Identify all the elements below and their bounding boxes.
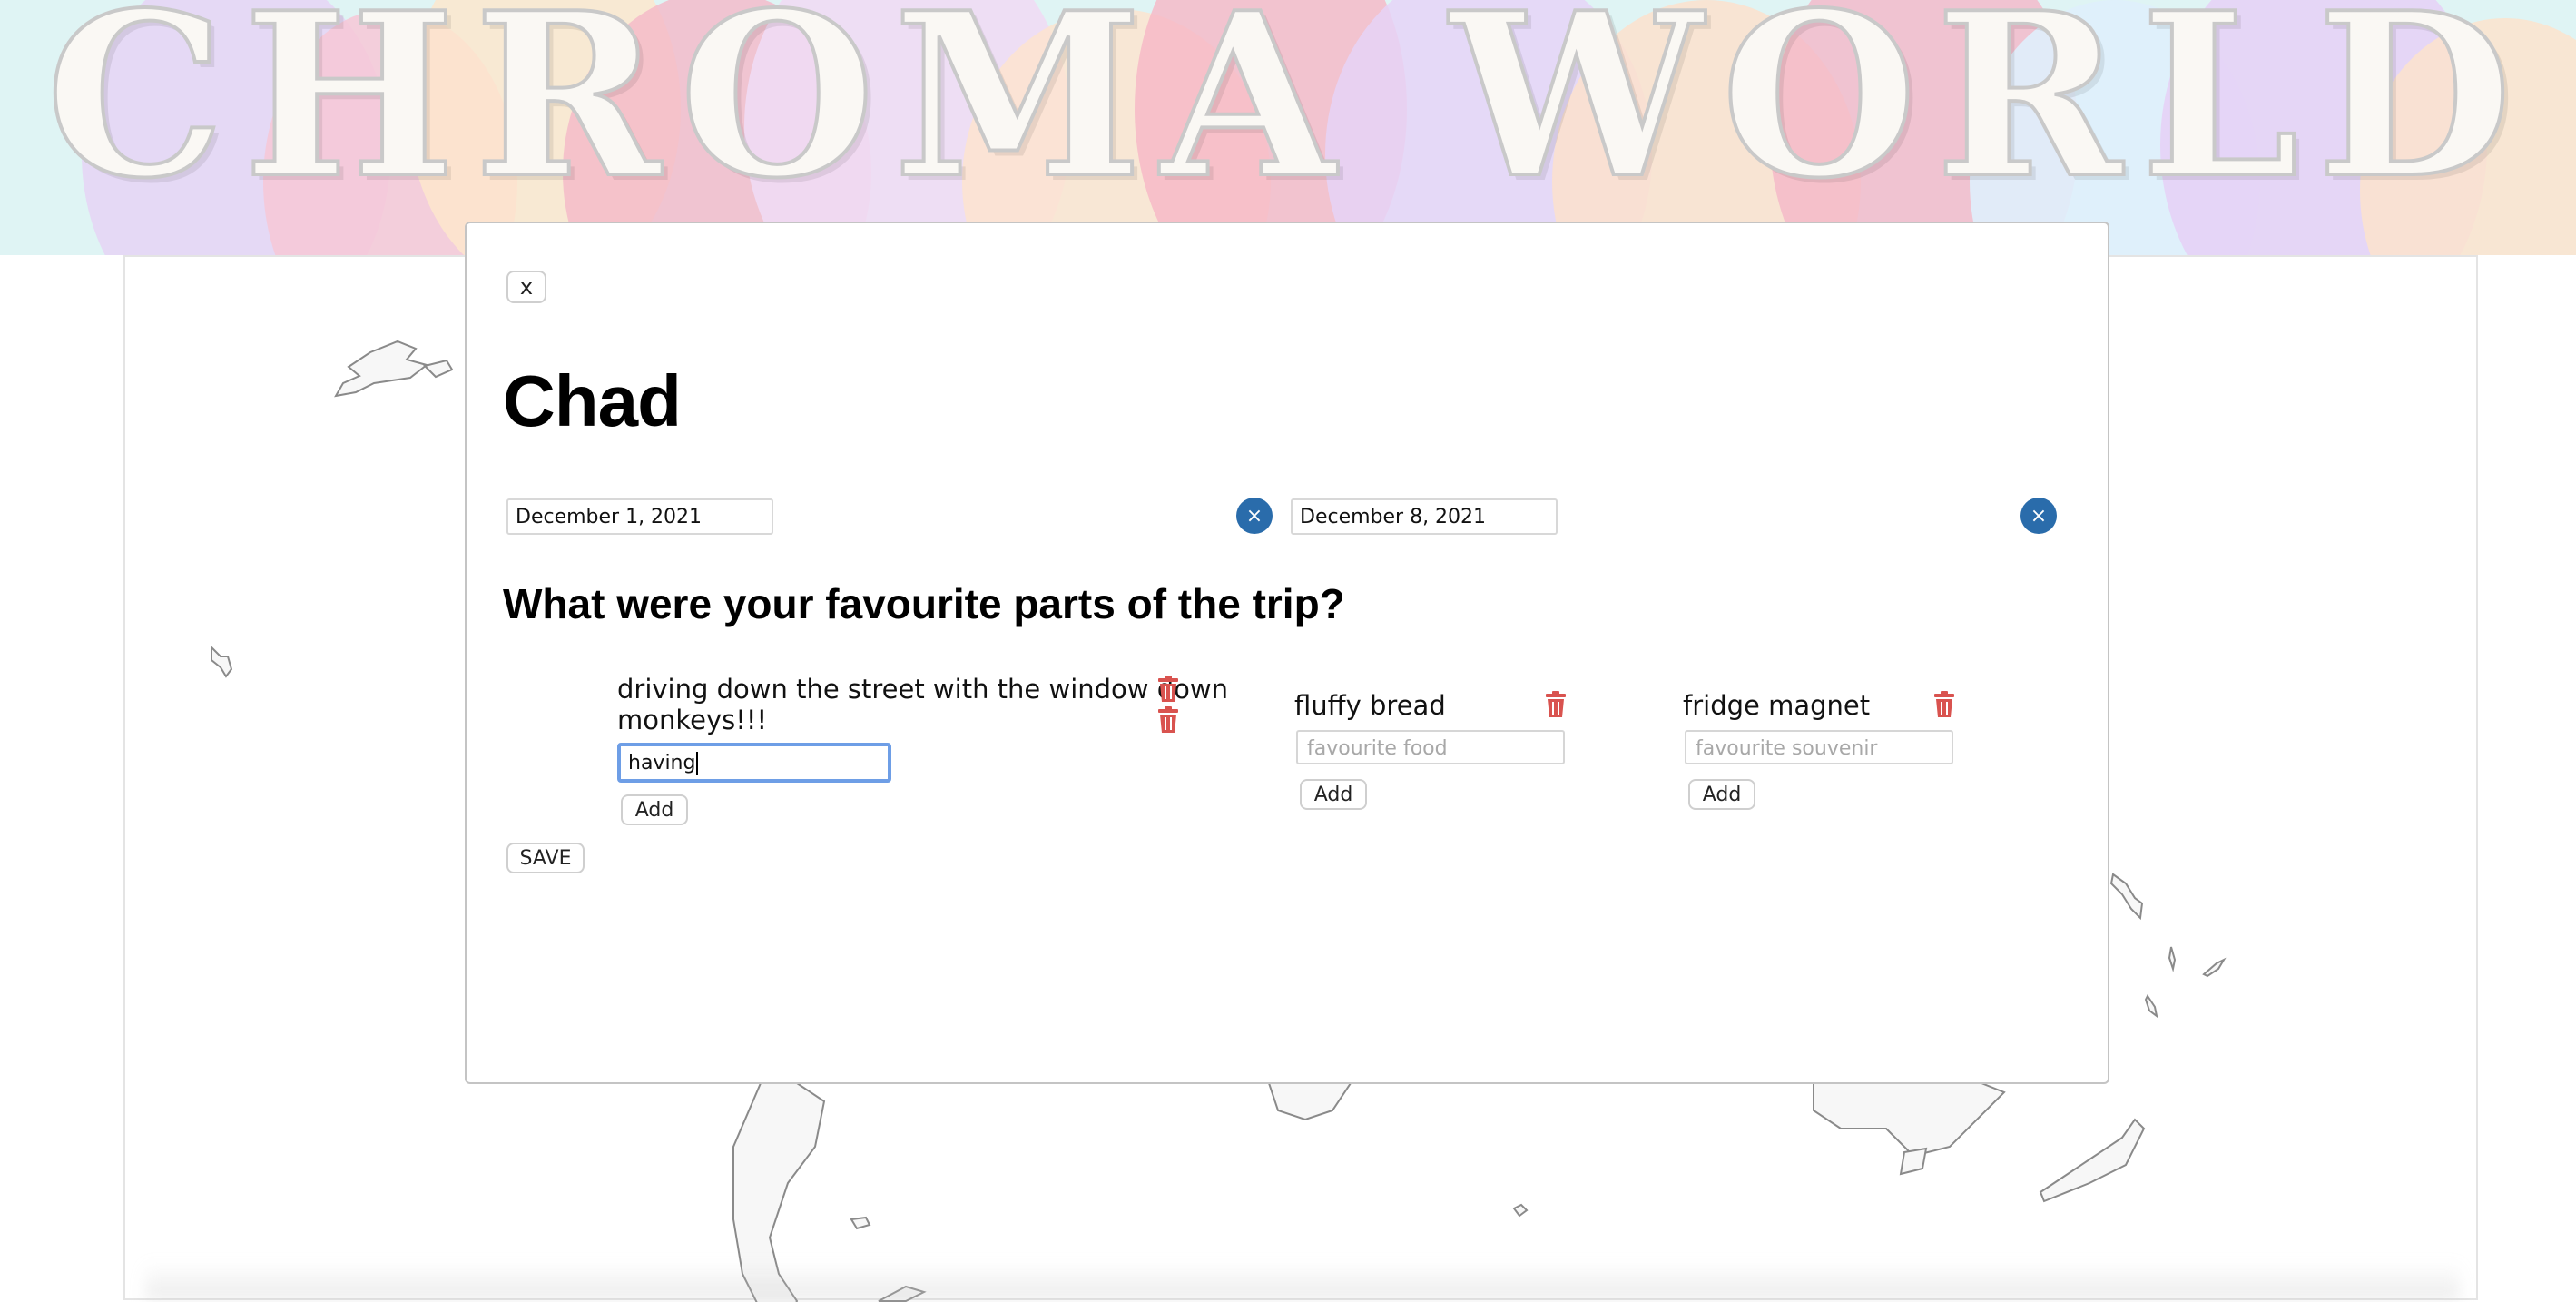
list-item: fridge magnet <box>1683 690 1871 721</box>
add-activity-button[interactable]: Add <box>621 794 688 825</box>
add-souvenir-button[interactable]: Add <box>1688 779 1755 810</box>
close-button[interactable]: x <box>506 271 546 303</box>
favourite-souvenir-input[interactable]: favourite souvenir <box>1685 730 1953 764</box>
country-title: Chad <box>503 360 682 441</box>
clear-start-date-button[interactable]: × <box>1236 498 1273 534</box>
map-bottom-shadow <box>145 1262 2460 1300</box>
list-item: monkeys!!! <box>617 705 768 735</box>
list-item: fluffy bread <box>1294 690 1446 721</box>
trash-icon[interactable] <box>1156 676 1180 703</box>
save-button[interactable]: SAVE <box>506 843 585 873</box>
trash-icon[interactable] <box>1932 691 1956 718</box>
favourites-question: What were your favourite parts of the tr… <box>503 580 1345 627</box>
trash-icon[interactable] <box>1156 706 1180 734</box>
favourite-food-input[interactable]: favourite food <box>1296 730 1565 764</box>
trash-icon[interactable] <box>1544 691 1568 718</box>
app-title: CHROMA WORLD <box>44 0 2531 228</box>
close-circle-icon: × <box>2030 504 2048 528</box>
start-date-field[interactable]: December 1, 2021 <box>506 498 773 535</box>
activity-input[interactable]: having <box>617 743 891 783</box>
add-food-button[interactable]: Add <box>1300 779 1367 810</box>
list-item: driving down the street with the window … <box>617 674 1228 705</box>
close-circle-icon: × <box>1245 504 1263 528</box>
end-date-field[interactable]: December 8, 2021 <box>1291 498 1558 535</box>
header-banner: CHROMA WORLD <box>0 0 2576 255</box>
clear-end-date-button[interactable]: × <box>2020 498 2057 534</box>
text-caret <box>696 752 699 775</box>
country-modal: x Chad December 1, 2021 × December 8, 20… <box>465 222 2109 1084</box>
